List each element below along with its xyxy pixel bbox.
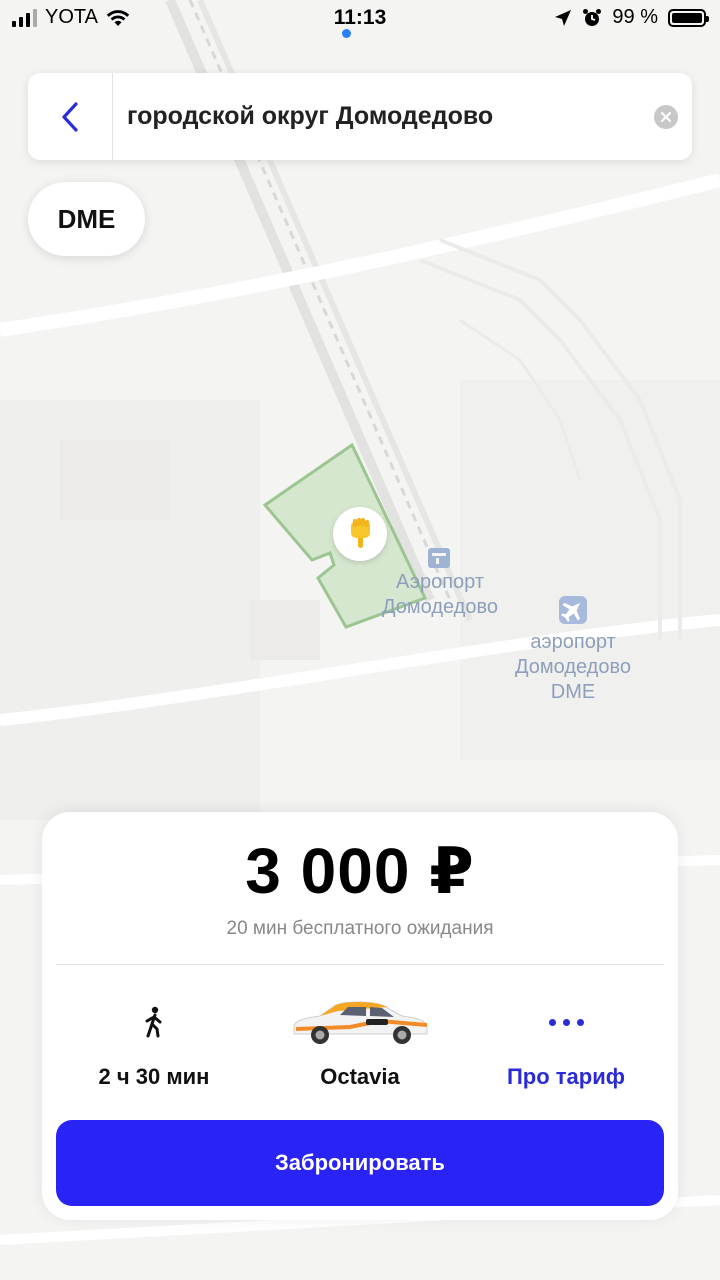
free-wait-text: 20 мин бесплатного ожидания	[226, 918, 494, 939]
location-dot	[342, 29, 351, 38]
book-button[interactable]: Забронировать	[56, 1120, 664, 1206]
tariff-card: 3 000 ₽ 20 мин бесплатного ожидания 2 ч …	[42, 812, 678, 1220]
alarm-icon	[583, 8, 602, 26]
pointing-hand-icon	[351, 518, 370, 548]
chevron-left-icon	[62, 101, 78, 132]
tariff-info-label: Про тариф	[506, 1064, 626, 1089]
airport-chip[interactable]: DME	[28, 182, 145, 256]
search-input[interactable]: городской округ Домодедово	[113, 102, 654, 131]
walk-time-label: 2 ч 30 мин	[98, 1064, 210, 1089]
tariff-info-button[interactable]: Про тариф	[466, 990, 666, 1090]
walk-time-option: 2 ч 30 мин	[54, 990, 254, 1090]
map-label-airport-station: Аэропорт Домодедово	[382, 571, 498, 618]
search-bar[interactable]: городской округ Домодедово	[28, 73, 692, 160]
clear-button[interactable]	[654, 104, 678, 129]
battery-icon	[668, 8, 709, 27]
status-bar: YOTA 11:13 99 %	[0, 0, 720, 40]
location-arrow-icon	[555, 9, 572, 26]
divider	[56, 964, 664, 965]
car-image	[293, 1001, 428, 1044]
car-option[interactable]: Octavia	[260, 990, 460, 1090]
back-button[interactable]	[28, 73, 113, 160]
map-label-airport-dme: аэропорт Домодедово DME	[515, 631, 631, 703]
car-model-label: Octavia	[320, 1064, 400, 1089]
clear-icon	[660, 111, 672, 122]
pickup-pin[interactable]	[333, 507, 387, 561]
price: 3 000 ₽	[245, 835, 475, 907]
walking-person-icon	[145, 1006, 162, 1038]
battery-percent: 99 %	[612, 6, 658, 28]
more-dots-icon	[548, 1018, 584, 1026]
